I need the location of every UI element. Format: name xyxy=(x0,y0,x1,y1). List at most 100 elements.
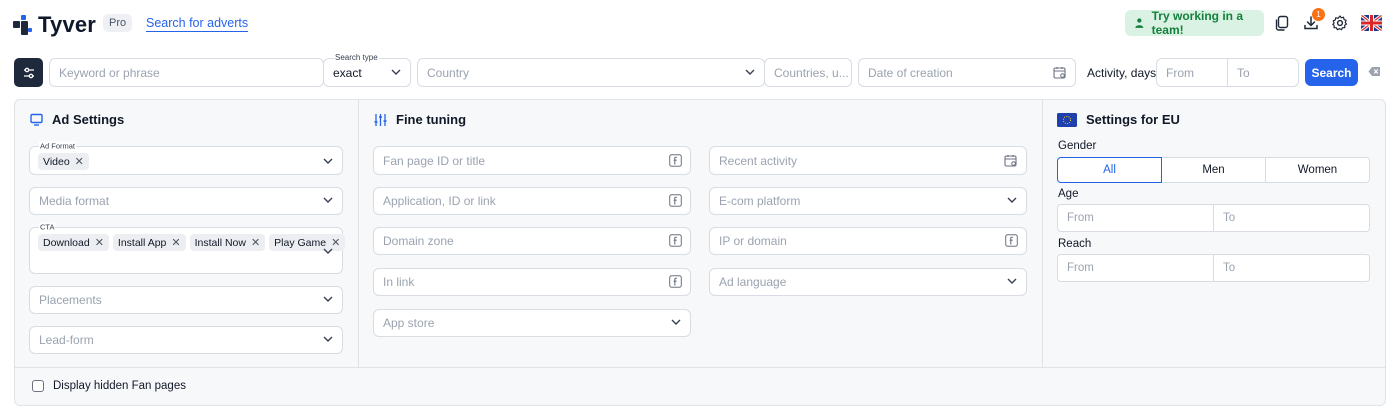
gender-segmented-control: All Men Women xyxy=(1057,157,1370,183)
age-to-input[interactable]: To xyxy=(1214,205,1369,231)
hidden-fan-pages-label: Display hidden Fan pages xyxy=(53,380,186,392)
ad-format-chips: Video ✕ xyxy=(38,153,93,170)
lead-form-select[interactable]: Lead-form xyxy=(29,326,343,354)
media-format-select[interactable]: Media format xyxy=(29,187,343,215)
chip-label: Download xyxy=(43,236,90,249)
cta-chips: Download ✕ Install App ✕ Install Now ✕ Play Ga… xyxy=(38,234,349,251)
app-store-placeholder: App store xyxy=(383,316,435,330)
date-placeholder: Date of creation xyxy=(868,65,953,80)
chip-label: Install Now xyxy=(194,236,246,249)
countries-input[interactable]: Countries, u... xyxy=(764,58,852,87)
calendar-search-icon xyxy=(1053,66,1066,79)
ecom-platform-placeholder: E-com platform xyxy=(719,194,801,208)
date-of-creation-input[interactable]: Date of creation xyxy=(858,58,1076,87)
ip-domain-input[interactable]: IP or domain xyxy=(709,227,1027,255)
chevron-down-icon xyxy=(323,336,333,342)
activity-to-input[interactable]: To xyxy=(1227,58,1299,87)
keyword-input[interactable]: Keyword or phrase xyxy=(49,58,324,87)
keyword-placeholder: Keyword or phrase xyxy=(59,65,160,80)
settings-icon[interactable] xyxy=(1331,14,1349,32)
plan-badge: Pro xyxy=(103,14,133,32)
placements-placeholder: Placements xyxy=(39,293,102,307)
chevron-down-icon xyxy=(671,319,681,325)
logo[interactable]: Tyver xyxy=(13,12,96,38)
clear-filters-icon[interactable] xyxy=(1368,66,1381,77)
fan-page-placeholder: Fan page ID or title xyxy=(383,153,486,168)
notification-badge: 1 xyxy=(1312,8,1325,21)
column-divider xyxy=(1042,99,1043,367)
eu-flag-icon xyxy=(1057,112,1077,127)
fine-tuning-title: Fine tuning xyxy=(374,112,466,127)
remove-chip-icon[interactable]: ✕ xyxy=(95,236,104,249)
in-link-input[interactable]: In link xyxy=(373,268,691,296)
country-select[interactable]: Country xyxy=(417,58,765,87)
ad-format-select[interactable]: Ad Format Video ✕ xyxy=(29,141,343,175)
chevron-down-icon xyxy=(1007,197,1017,203)
copy-icon[interactable] xyxy=(1273,14,1291,32)
reach-from-input[interactable]: From xyxy=(1058,255,1214,281)
uk-flag-icon[interactable] xyxy=(1361,15,1382,31)
gender-option-women[interactable]: Women xyxy=(1266,158,1369,182)
reach-range: From To xyxy=(1057,254,1370,282)
remove-chip-icon[interactable]: ✕ xyxy=(171,236,180,249)
placements-select[interactable]: Placements xyxy=(29,286,343,314)
ad-language-select[interactable]: Ad language xyxy=(709,268,1027,296)
try-team-label: Try working in a team! xyxy=(1151,9,1243,37)
activity-from-placeholder: From xyxy=(1166,65,1194,80)
application-input[interactable]: Application, ID or link xyxy=(373,187,691,215)
application-placeholder: Application, ID or link xyxy=(383,194,496,208)
remove-chip-icon[interactable]: ✕ xyxy=(251,236,260,249)
search-button[interactable]: Search xyxy=(1305,59,1358,86)
hidden-fan-pages-checkbox[interactable] xyxy=(32,380,44,392)
gender-option-all[interactable]: All xyxy=(1057,157,1162,183)
facebook-icon xyxy=(669,153,682,167)
monitor-icon xyxy=(30,113,43,126)
chip-install-app[interactable]: Install App ✕ xyxy=(112,234,186,251)
countries-placeholder: Countries, u... xyxy=(774,65,849,80)
chip-install-now[interactable]: Install Now ✕ xyxy=(189,234,266,251)
try-team-button[interactable]: Try working in a team! xyxy=(1125,9,1264,37)
activity-days-label: Activity, days xyxy=(1087,66,1157,80)
search-type-value: exact xyxy=(333,65,362,80)
search-adverts-link[interactable]: Search for adverts xyxy=(146,16,249,32)
logo-text: Tyver xyxy=(38,12,97,37)
chip-download[interactable]: Download ✕ xyxy=(38,234,109,251)
chevron-down-icon xyxy=(323,248,333,254)
reach-to-input[interactable]: To xyxy=(1214,255,1369,281)
ecom-platform-select[interactable]: E-com platform xyxy=(709,187,1027,215)
facebook-icon xyxy=(669,275,682,288)
in-link-placeholder: In link xyxy=(383,275,415,289)
facebook-icon xyxy=(669,194,682,207)
chip-play-game[interactable]: Play Game ✕ xyxy=(269,234,346,251)
person-icon xyxy=(1135,18,1144,28)
chip-video[interactable]: Video ✕ xyxy=(38,153,89,170)
facebook-icon xyxy=(669,234,682,247)
recent-activity-input[interactable]: Recent activity xyxy=(709,146,1027,175)
app-store-select[interactable]: App store xyxy=(373,309,691,337)
chevron-down-icon xyxy=(323,197,333,203)
domain-zone-input[interactable]: Domain zone xyxy=(373,227,691,255)
equalizer-icon xyxy=(374,113,387,127)
activity-from-input[interactable]: From xyxy=(1156,58,1228,87)
calendar-search-icon xyxy=(1004,154,1017,167)
chevron-down-icon xyxy=(1007,278,1017,284)
search-type-select[interactable]: exact xyxy=(323,58,411,87)
cta-select[interactable]: CTA Download ✕ Install App ✕ Install Now ✕ Pla… xyxy=(29,222,346,274)
ad-language-placeholder: Ad language xyxy=(719,275,787,289)
filters-toggle-button[interactable] xyxy=(14,58,43,87)
recent-activity-placeholder: Recent activity xyxy=(719,153,798,168)
age-range: From To xyxy=(1057,204,1370,232)
eu-settings-title: Settings for EU xyxy=(1057,112,1180,127)
ip-domain-placeholder: IP or domain xyxy=(719,234,787,248)
chevron-down-icon xyxy=(391,69,401,75)
gender-option-men[interactable]: Men xyxy=(1162,158,1266,182)
remove-chip-icon[interactable]: ✕ xyxy=(75,155,84,168)
gender-label: Gender xyxy=(1058,140,1097,152)
hidden-fan-pages-row[interactable]: Display hidden Fan pages xyxy=(32,380,186,392)
age-from-input[interactable]: From xyxy=(1058,205,1214,231)
sliders-icon xyxy=(23,67,34,78)
fan-page-input[interactable]: Fan page ID or title xyxy=(373,146,691,175)
search-type-label: Search type xyxy=(334,53,379,62)
ad-settings-title: Ad Settings xyxy=(30,112,124,127)
eu-settings-title-text: Settings for EU xyxy=(1086,112,1180,127)
